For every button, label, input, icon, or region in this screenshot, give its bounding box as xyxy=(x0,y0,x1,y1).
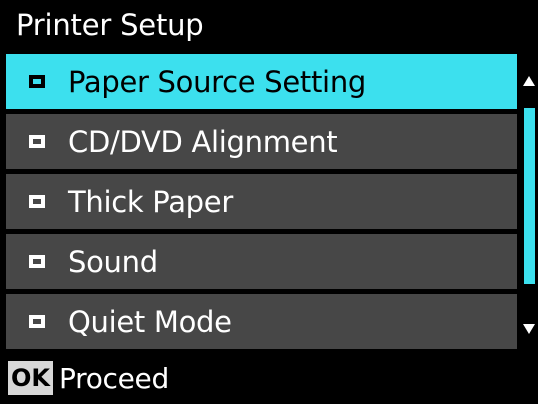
proceed-label: Proceed xyxy=(59,361,169,395)
arrow-down-icon[interactable] xyxy=(523,324,535,334)
menu-item-sound[interactable]: Sound xyxy=(6,234,517,289)
menu-item-paper-source-setting[interactable]: Paper Source Setting xyxy=(6,54,517,109)
menu-item-label: Thick Paper xyxy=(68,184,233,219)
bullet-icon xyxy=(29,135,45,148)
ok-button[interactable]: OK xyxy=(8,361,53,395)
menu-item-thick-paper[interactable]: Thick Paper xyxy=(6,174,517,229)
menu-item-label: CD/DVD Alignment xyxy=(68,124,338,159)
scrollbar-thumb[interactable] xyxy=(524,108,535,284)
menu-item-label: Sound xyxy=(68,244,158,279)
bullet-icon xyxy=(29,75,45,88)
screen-title: Printer Setup xyxy=(0,0,538,50)
bullet-icon xyxy=(29,195,45,208)
arrow-up-icon[interactable] xyxy=(523,76,535,86)
bullet-icon xyxy=(29,255,45,268)
footer-bar: OK Proceed xyxy=(0,352,538,404)
scrollbar[interactable] xyxy=(521,54,538,349)
menu-item-label: Quiet Mode xyxy=(68,304,232,339)
menu-list: Paper Source Setting CD/DVD Alignment Th… xyxy=(6,54,517,349)
menu-item-quiet-mode[interactable]: Quiet Mode xyxy=(6,294,517,349)
menu-item-label: Paper Source Setting xyxy=(68,64,367,99)
menu-item-cd-dvd-alignment[interactable]: CD/DVD Alignment xyxy=(6,114,517,169)
printer-lcd-screen: Printer Setup Paper Source Setting CD/DV… xyxy=(0,0,538,404)
bullet-icon xyxy=(29,315,45,328)
